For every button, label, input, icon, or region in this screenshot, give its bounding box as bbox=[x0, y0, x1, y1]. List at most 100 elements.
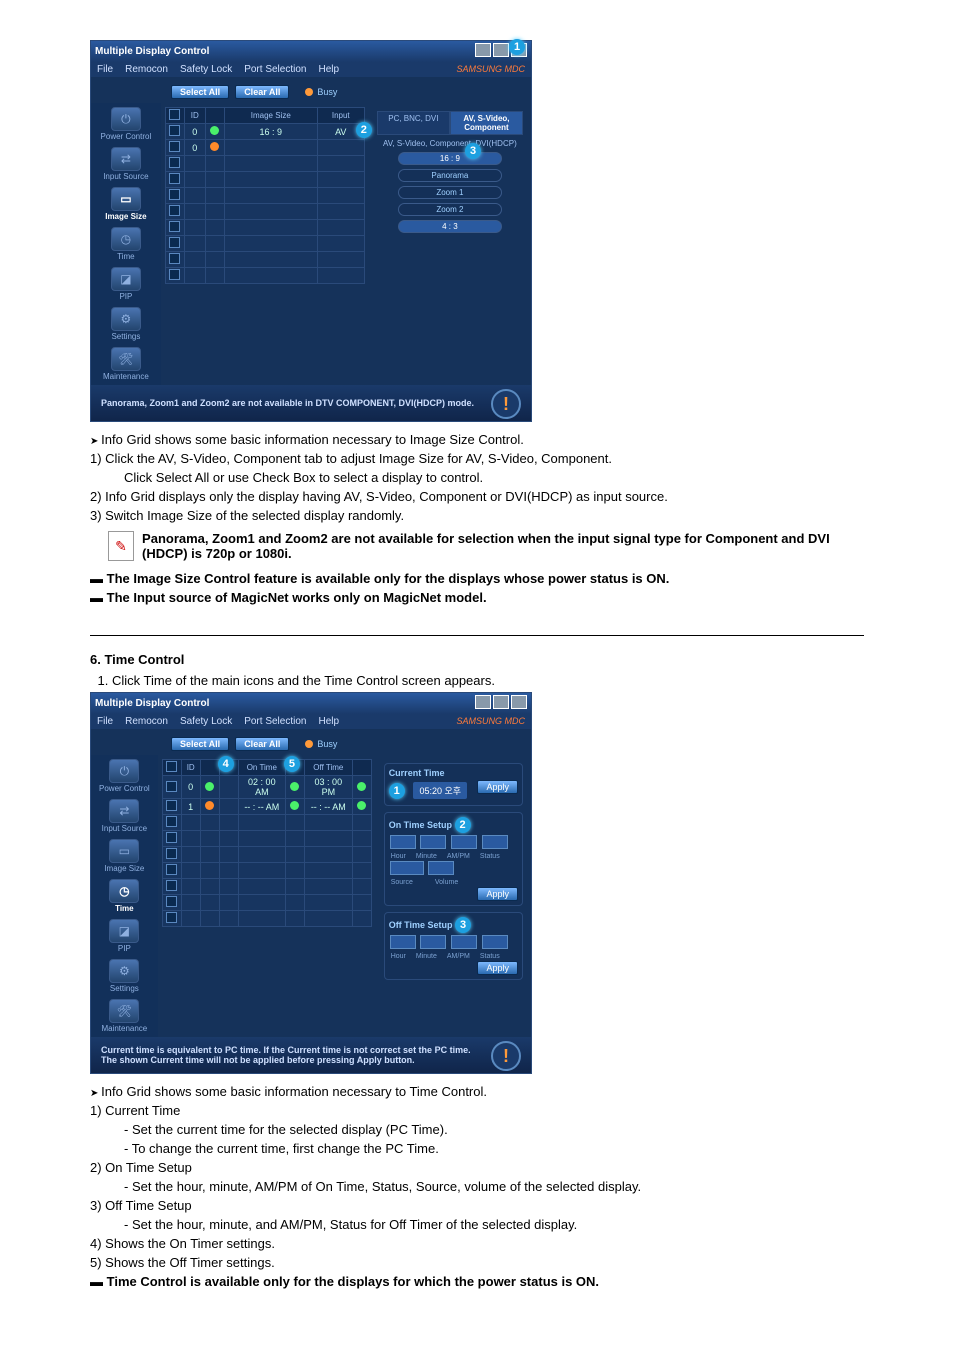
titlebar: Multiple Display Control bbox=[91, 41, 531, 62]
on-time-block: On Time Setup 2 Hour Minute AM/PM Status bbox=[384, 812, 523, 906]
time-intro-list: Click Time of the main icons and the Tim… bbox=[112, 673, 864, 688]
toolbar: Select All Clear All Busy 1 bbox=[91, 77, 531, 103]
on-ampm[interactable] bbox=[451, 835, 477, 849]
sidebar-item-input: ⇄Input Source bbox=[102, 799, 147, 833]
bullet-2: The Input source of MagicNet works only … bbox=[90, 590, 864, 605]
opt-16-9[interactable]: 16 : 9 bbox=[398, 152, 502, 165]
apply-button[interactable]: Apply bbox=[477, 961, 518, 975]
info-icon: ! bbox=[491, 1041, 521, 1071]
right-pane: PC, BNC, DVI AV, S-Video, Component AV, … bbox=[369, 103, 531, 385]
sidebar-item-time: ◷Time bbox=[109, 879, 139, 913]
opt-4-3[interactable]: 4 : 3 bbox=[398, 220, 502, 233]
busy-label: Busy bbox=[317, 739, 337, 749]
status-on-icon bbox=[210, 126, 219, 135]
opt-zoom1[interactable]: Zoom 1 bbox=[398, 186, 502, 199]
on-status[interactable] bbox=[482, 835, 508, 849]
menu-safety-lock[interactable]: Safety Lock bbox=[180, 716, 232, 727]
grid-row[interactable]: 1 -- : -- AM -- : -- AM bbox=[162, 799, 371, 815]
busy-label: Busy bbox=[317, 87, 337, 97]
off-time-block: Off Time Setup 3 Hour Minute AM/PM Statu… bbox=[384, 912, 523, 980]
footer-note: Current time is equivalent to PC time. I… bbox=[91, 1037, 531, 1073]
sidebar-item-pip: ◪PIP bbox=[109, 919, 139, 953]
image-size-doc: Info Grid shows some basic information n… bbox=[90, 432, 864, 605]
menu-remocon[interactable]: Remocon bbox=[125, 64, 168, 75]
window-buttons[interactable] bbox=[473, 695, 527, 712]
off-status[interactable] bbox=[482, 935, 508, 949]
window-title: Multiple Display Control bbox=[95, 46, 209, 57]
col-input: Input bbox=[317, 108, 364, 124]
current-time-block: Current Time 1 05:20 오후 Apply bbox=[384, 763, 523, 806]
sidebar-item-pip: ◪PIP bbox=[111, 267, 141, 301]
menu-remocon[interactable]: Remocon bbox=[125, 716, 168, 727]
grid-row[interactable]: 0 16 : 9 AV 2 bbox=[165, 124, 364, 140]
time-doc: Info Grid shows some basic information n… bbox=[90, 1084, 864, 1289]
menubar: File Remocon Safety Lock Port Selection … bbox=[91, 714, 531, 729]
select-all-button[interactable]: Select All bbox=[171, 737, 229, 751]
callout-5: 5 bbox=[284, 756, 300, 772]
current-time-value: 05:20 오후 bbox=[413, 782, 467, 799]
sidebar: ⏻Power Control ⇄Input Source ▭Image Size… bbox=[91, 103, 161, 385]
sidebar: ⏻Power Control ⇄Input Source ▭Image Size… bbox=[91, 755, 158, 1037]
menu-file[interactable]: File bbox=[97, 716, 113, 727]
info-icon: ! bbox=[491, 389, 521, 419]
on-minute[interactable] bbox=[420, 835, 446, 849]
on-volume[interactable] bbox=[428, 861, 454, 875]
clear-all-button[interactable]: Clear All bbox=[235, 85, 289, 99]
on-source[interactable] bbox=[390, 861, 424, 875]
menu-port-selection[interactable]: Port Selection bbox=[244, 64, 306, 75]
sidebar-item-image-size: ▭Image Size bbox=[105, 187, 146, 221]
menu-help[interactable]: Help bbox=[318, 716, 339, 727]
callout-1: 1 bbox=[389, 783, 405, 799]
separator bbox=[90, 635, 864, 636]
window-title: Multiple Display Control bbox=[95, 698, 209, 709]
callout-1: 1 bbox=[509, 39, 525, 55]
on-hour[interactable] bbox=[390, 835, 416, 849]
pane-label: AV, S-Video, Component, DVI(HDCP) bbox=[377, 139, 523, 148]
apply-button[interactable]: Apply bbox=[477, 887, 518, 901]
sidebar-item-time: ◷Time bbox=[111, 227, 141, 261]
select-all-button[interactable]: Select All bbox=[171, 85, 229, 99]
sidebar-item-power: ⏻Power Control bbox=[99, 759, 150, 793]
brand-logo: SAMSUNG MDC bbox=[456, 64, 525, 74]
menubar: File Remocon Safety Lock Port Selection … bbox=[91, 62, 531, 77]
menu-port-selection[interactable]: Port Selection bbox=[244, 716, 306, 727]
toolbar: Select All Clear All Busy bbox=[91, 729, 531, 755]
opt-panorama[interactable]: Panorama bbox=[398, 169, 502, 182]
off-minute[interactable] bbox=[420, 935, 446, 949]
time-section-title: 6. Time Control bbox=[90, 652, 864, 667]
warning-note: ✎ Panorama, Zoom1 and Zoom2 are not avai… bbox=[108, 531, 864, 561]
callout-3: 3 bbox=[465, 143, 481, 159]
callout-4: 4 bbox=[218, 756, 234, 772]
opt-zoom2[interactable]: Zoom 2 bbox=[398, 203, 502, 216]
tab-av[interactable]: AV, S-Video, Component bbox=[450, 111, 523, 135]
menu-safety-lock[interactable]: Safety Lock bbox=[180, 64, 232, 75]
sidebar-item-image-size: ▭Image Size bbox=[104, 839, 144, 873]
menu-help[interactable]: Help bbox=[318, 64, 339, 75]
status-off-icon bbox=[210, 142, 219, 151]
off-hour[interactable] bbox=[390, 935, 416, 949]
doc-intro: Info Grid shows some basic information n… bbox=[90, 1084, 864, 1099]
grid-row[interactable]: 0 bbox=[165, 140, 364, 156]
doc-intro: Info Grid shows some basic information n… bbox=[90, 432, 864, 447]
menu-file[interactable]: File bbox=[97, 64, 113, 75]
tab-pc[interactable]: PC, BNC, DVI bbox=[377, 111, 450, 135]
sidebar-item-settings: ⚙Settings bbox=[111, 307, 141, 341]
col-id: ID bbox=[184, 108, 205, 124]
image-size-window: Multiple Display Control File Remocon Sa… bbox=[90, 40, 532, 422]
col-image-size: Image Size bbox=[224, 108, 317, 124]
apply-button[interactable]: Apply bbox=[477, 780, 518, 794]
callout-3: 3 bbox=[455, 917, 471, 933]
bullet-1: The Image Size Control feature is availa… bbox=[90, 571, 864, 586]
busy-icon bbox=[305, 740, 313, 748]
sidebar-item-maintenance: 🛠Maintenance bbox=[101, 999, 147, 1033]
col-on-time: On Time bbox=[238, 760, 285, 776]
busy-icon bbox=[305, 88, 313, 96]
sidebar-item-input: ⇄Input Source bbox=[103, 147, 148, 181]
grid-row[interactable]: 0 02 : 00 AM 03 : 00 PM bbox=[162, 776, 371, 799]
bullet-time: Time Control is available only for the d… bbox=[90, 1274, 864, 1289]
sidebar-item-power: ⏻Power Control bbox=[101, 107, 152, 141]
clear-all-button[interactable]: Clear All bbox=[235, 737, 289, 751]
off-ampm[interactable] bbox=[451, 935, 477, 949]
info-grid: ID Image Size Input 0 16 : 9 AV 2 bbox=[161, 103, 369, 385]
titlebar: Multiple Display Control bbox=[91, 693, 531, 714]
